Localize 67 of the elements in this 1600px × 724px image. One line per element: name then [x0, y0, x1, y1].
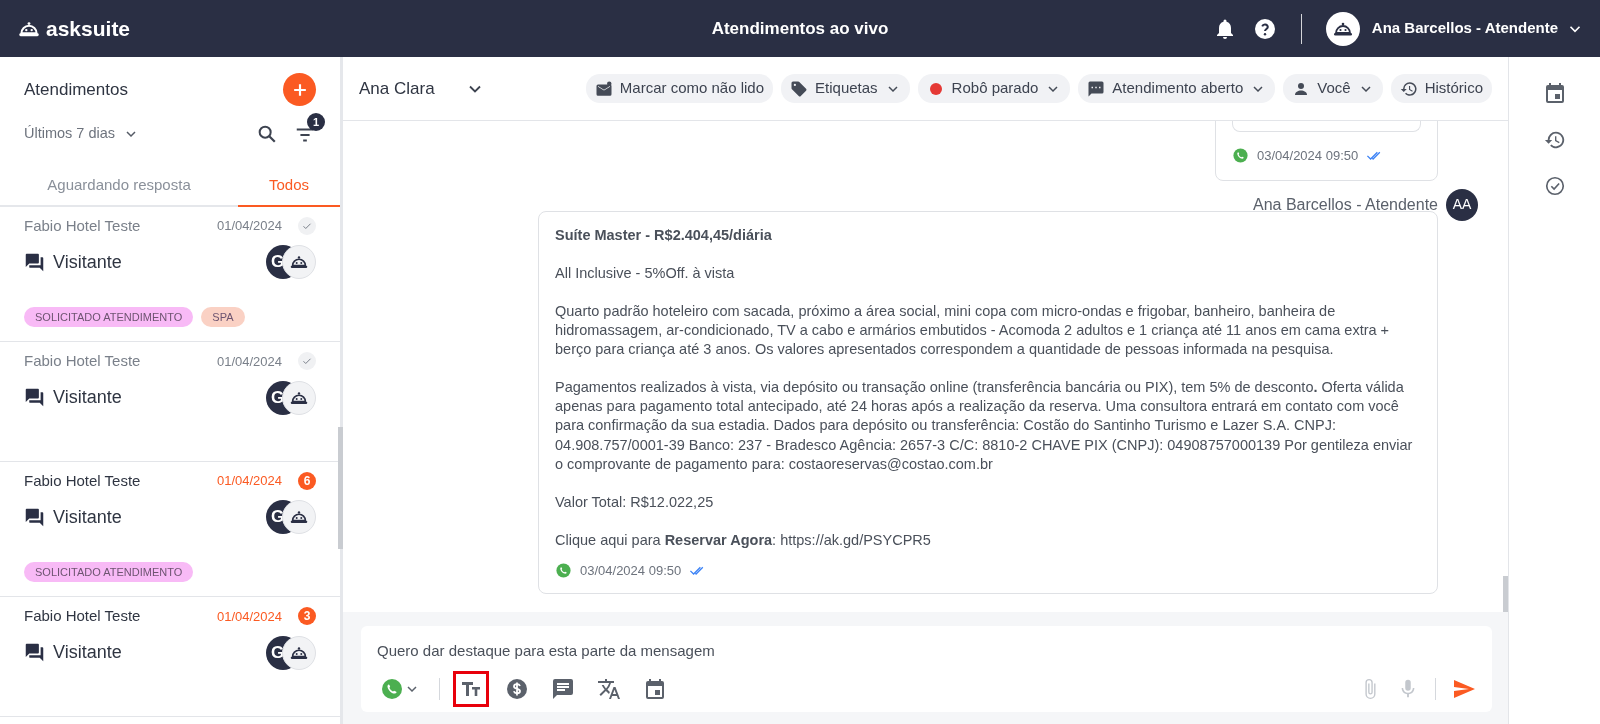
period-label: Últimos 7 dias — [24, 124, 116, 144]
mail-icon — [594, 79, 613, 98]
message-paragraph: All Inclusive - 5%Off. à vista — [555, 263, 736, 283]
period-dropdown[interactable]: Últimos 7 dias — [24, 123, 140, 145]
action-button[interactable]: Marcar como não lido — [585, 74, 774, 103]
scrollbar[interactable] — [338, 427, 343, 549]
contact-name: Fabio Hotel Teste — [24, 470, 141, 491]
whatsapp-icon — [1232, 147, 1249, 165]
chat-icon — [24, 387, 45, 408]
user-name[interactable]: Ana Barcellos - Atendente — [1371, 17, 1558, 40]
conversation-date: 01/04/2024 — [216, 217, 282, 235]
calendar-icon — [643, 677, 667, 701]
chat-icon — [1087, 79, 1106, 98]
contact-name: Ana Clara — [359, 77, 435, 100]
contact-name: Fabio Hotel Teste — [24, 215, 141, 236]
contact-dropdown[interactable]: Ana Clara — [359, 75, 485, 102]
toolbar-button[interactable] — [456, 674, 486, 704]
help-icon[interactable] — [1252, 16, 1277, 41]
scrollbar[interactable] — [1503, 575, 1508, 612]
message-paragraph: Valor Total: R$12.022,25 — [555, 492, 715, 512]
conversation-tag: SOLICITADO ATENDIMENTO — [24, 306, 194, 328]
message-paragraph: Quarto padrão hoteleiro com sacada, próximo a área social, mini copa com micro-ondas e frigobar, banheiro, banheira de hidromassagem, ar-condicionado, TV a cabo e armários embutidos - Acomoda 2 adultos e 1 criança até 11 anos em cama extra + berço para criança até 3 anos. Os valores apresentados correspondem a quantidade de pessoas informada na pesquisa. — [555, 301, 1391, 359]
conversation-date: 01/04/2024 — [216, 352, 282, 371]
message-paragraph: Suíte Master - R$2.404,45/diária — [555, 225, 773, 245]
whatsapp-icon — [380, 677, 404, 701]
visitor-label: Visitante — [53, 386, 122, 409]
whatsapp-icon — [555, 562, 572, 580]
search-icon[interactable] — [256, 123, 278, 145]
message-paragraph: Pagamentos realizados à vista, via depósito ou transação online (transferência bancária ou PIX), tem 5% de desconto. Oferta válida apenas para pagamento total antecipado, até 24 horas após a realização da reserva. Uma consultora entrará em contato com você para confirmação da sua estadia. Dados para depósito ou transferência: Costão do Santinho Turismo e Lazer S.A. CNPJ: 04.908.757/0001-39 Banco: 237 - Bradesco Agência: 2657-3 C/C: 8810-2 CHAVE PIX (CNPJ): 04908757000139 Por gentileza enviar o comprovante de pagamento para: costaoreservas@costao.com.br — [555, 378, 1414, 474]
tag-icon — [790, 79, 809, 98]
action-button[interactable]: Etiquetas — [781, 74, 910, 103]
filter-count-badge: 1 — [307, 113, 325, 131]
send-icon[interactable] — [1452, 677, 1476, 701]
conversation-date: 01/04/2024 — [216, 472, 282, 490]
conversation-tag: SPA — [201, 306, 245, 328]
message-paragraph: Clique aqui para Reservar Agora: https://ak.gd/PSYCPR5 — [555, 530, 932, 550]
new-conversation-button[interactable] — [283, 73, 316, 106]
visitor-label: Visitante — [53, 505, 122, 529]
action-button[interactable]: Atendimento aberto — [1078, 74, 1276, 103]
conversation-date: 01/04/2024 — [216, 607, 282, 626]
message-time: 03/04/2024 09:50 — [580, 562, 682, 580]
message-time: 03/04/2024 09:50 — [1257, 147, 1359, 165]
action-button[interactable]: Você — [1283, 74, 1383, 103]
action-button[interactable]: Histórico — [1390, 74, 1492, 103]
contact-name: Fabio Hotel Teste — [24, 351, 141, 371]
logo-text: asksuite — [46, 15, 131, 42]
check-circle-icon[interactable] — [1543, 175, 1566, 197]
conversation-tag: SOLICITADO ATENDIMENTO — [24, 561, 194, 583]
history-icon — [1399, 79, 1418, 98]
visitor-label: Visitante — [53, 250, 122, 274]
sender-name: Ana Barcellos - Atendente — [1253, 194, 1438, 215]
sidebar-title: Atendimentos — [24, 78, 128, 101]
sender-avatar: AA — [1446, 188, 1478, 221]
visitor-label: Visitante — [53, 641, 122, 664]
contact-name: Fabio Hotel Teste — [24, 606, 141, 626]
page-title: Atendimentos ao vivo — [711, 17, 889, 40]
chat-icon — [24, 642, 45, 663]
unread-count-badge: 6 — [298, 471, 316, 490]
action-button[interactable]: Robô parado — [917, 74, 1071, 103]
message-composer[interactable]: Quero dar destaque para esta parte da mensagem — [361, 625, 1492, 712]
unread-count-badge: 3 — [298, 607, 316, 626]
message-icon — [551, 677, 575, 701]
translate-icon — [597, 677, 621, 701]
dollar-icon — [505, 677, 529, 701]
history-icon[interactable] — [1543, 129, 1566, 151]
chat-icon — [24, 251, 45, 273]
chat-icon — [24, 506, 45, 528]
